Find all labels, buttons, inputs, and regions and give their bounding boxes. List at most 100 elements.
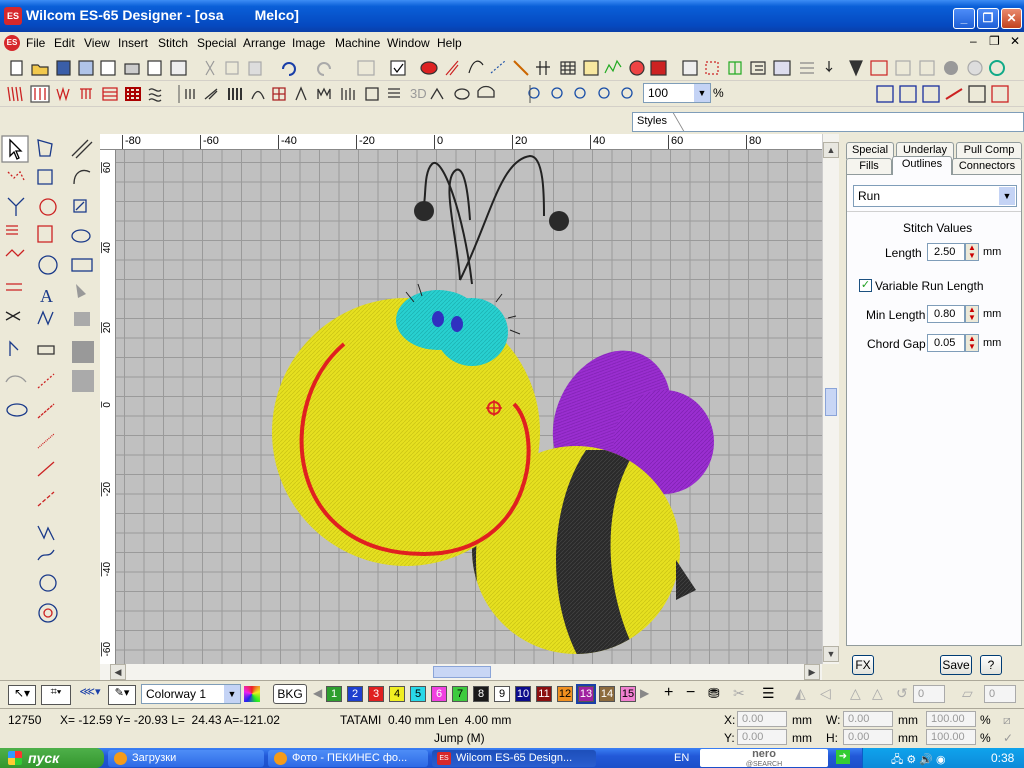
- doc-icon[interactable]: ES: [4, 35, 20, 51]
- bee-design[interactable]: [116, 150, 822, 664]
- chord-gap-spinner[interactable]: ▲ ▼: [965, 334, 979, 352]
- tab-pull-comp[interactable]: Pull Comp: [956, 142, 1022, 159]
- horizontal-scrollbar[interactable]: ◀ ▶: [100, 664, 822, 680]
- tab-fills[interactable]: Fills: [846, 158, 892, 175]
- task-wilcom[interactable]: ES Wilcom ES-65 Design...: [432, 750, 596, 767]
- width-percent-input[interactable]: 100.00: [926, 711, 976, 727]
- menu-file[interactable]: File: [26, 36, 45, 50]
- design-canvas[interactable]: [116, 150, 822, 664]
- palette-left-arrow-icon[interactable]: ◀: [313, 686, 322, 700]
- vertical-scroll-thumb[interactable]: [825, 388, 837, 416]
- menu-special[interactable]: Special: [197, 36, 236, 50]
- tray-icons[interactable]: 🖧 ⚙ 🔊 ◉: [891, 751, 946, 768]
- y-input[interactable]: 0.00: [737, 729, 787, 745]
- menu-help[interactable]: Help: [437, 36, 462, 50]
- stitch-view-button[interactable]: ⋘▾: [76, 685, 104, 705]
- mdi-restore-button[interactable]: ❐: [989, 34, 1000, 48]
- scroll-up-button[interactable]: ▲: [823, 142, 839, 158]
- chevron-down-icon[interactable]: ▼: [999, 187, 1015, 205]
- lock-proportion-icon[interactable]: ⧄: [1003, 713, 1011, 728]
- color-chip-9[interactable]: 9: [494, 686, 510, 702]
- color-palette-icon[interactable]: [244, 686, 260, 702]
- color-chip-5[interactable]: 5: [410, 686, 426, 702]
- color-chip-8[interactable]: 8: [473, 686, 489, 702]
- thread-chart-icon[interactable]: ⛃: [708, 685, 720, 702]
- menu-arrange[interactable]: Arrange: [243, 36, 286, 50]
- tab-special[interactable]: Special: [846, 142, 894, 159]
- restore-button[interactable]: ❐: [977, 8, 999, 29]
- go-arrow-icon[interactable]: ➜: [836, 750, 850, 764]
- color-chip-7[interactable]: 7: [452, 686, 468, 702]
- styles-label[interactable]: Styles: [637, 115, 667, 127]
- color-chip-2[interactable]: 2: [347, 686, 363, 702]
- variable-run-checkbox[interactable]: ✓: [859, 279, 872, 292]
- apply-icon[interactable]: ✓: [1003, 731, 1013, 745]
- colorway-select[interactable]: Colorway 1 ▼: [141, 684, 241, 704]
- color-chip-3[interactable]: 3: [368, 686, 384, 702]
- width-input[interactable]: 0.00: [843, 711, 893, 727]
- length-input[interactable]: 2.50: [927, 243, 965, 261]
- color-chip-15[interactable]: 15: [620, 686, 636, 702]
- tab-outlines[interactable]: Outlines: [892, 156, 952, 175]
- min-length-spinner[interactable]: ▲ ▼: [965, 305, 979, 323]
- skew-angle-input[interactable]: 0: [984, 685, 1016, 703]
- task-photo[interactable]: Фото - ПЕКИНЕС фо...: [268, 750, 428, 767]
- height-input[interactable]: 0.00: [843, 729, 893, 745]
- task-downloads[interactable]: Загрузки: [108, 750, 264, 767]
- palette-right-arrow-icon[interactable]: ▶: [640, 686, 649, 700]
- background-button[interactable]: BKG: [273, 684, 307, 704]
- color-chip-4[interactable]: 4: [389, 686, 405, 702]
- chevron-down-icon[interactable]: ▼: [694, 84, 710, 102]
- nero-search-box[interactable]: nero @SEARCH: [700, 749, 828, 768]
- color-chip-13[interactable]: 13: [576, 684, 596, 704]
- select-mode-button[interactable]: ↖▾: [8, 685, 36, 705]
- fx-button[interactable]: FX: [852, 655, 874, 675]
- tool-icons[interactable]: A: [0, 134, 100, 680]
- 3d-button[interactable]: 3D: [410, 86, 427, 101]
- chord-gap-input[interactable]: 0.05: [927, 334, 965, 352]
- scroll-right-button[interactable]: ▶: [804, 664, 820, 680]
- close-button[interactable]: ✕: [1001, 8, 1022, 29]
- length-spinner[interactable]: ▲ ▼: [965, 243, 979, 261]
- menu-image[interactable]: Image: [292, 36, 325, 50]
- tab-connectors[interactable]: Connectors: [952, 158, 1022, 175]
- styles-bar[interactable]: Styles: [632, 112, 1024, 132]
- app-icon[interactable]: ES: [4, 7, 22, 25]
- color-list-icon[interactable]: ☰: [762, 685, 775, 702]
- vertical-scrollbar[interactable]: ▲ ▼: [822, 134, 839, 664]
- pen-tool-button[interactable]: ✎▾: [108, 685, 136, 705]
- remove-color-icon[interactable]: −: [686, 684, 695, 702]
- language-indicator[interactable]: EN: [674, 752, 689, 764]
- chevron-down-icon[interactable]: ▼: [224, 685, 240, 703]
- view-mode-button[interactable]: ⌗▾: [41, 685, 71, 705]
- add-color-icon[interactable]: +: [664, 684, 673, 702]
- menu-stitch[interactable]: Stitch: [158, 36, 188, 50]
- menu-edit[interactable]: Edit: [54, 36, 75, 50]
- mdi-close-button[interactable]: ✕: [1010, 34, 1020, 48]
- scroll-down-button[interactable]: ▼: [823, 646, 839, 662]
- stitch-type-select[interactable]: Run ▼: [853, 185, 1017, 207]
- color-chip-12[interactable]: 12: [557, 686, 573, 702]
- start-button[interactable]: пуск: [0, 748, 104, 768]
- scroll-left-button[interactable]: ◀: [110, 664, 126, 680]
- menu-view[interactable]: View: [84, 36, 110, 50]
- help-button[interactable]: ?: [980, 655, 1002, 675]
- min-length-input[interactable]: 0.80: [927, 305, 965, 323]
- toolbar-icons[interactable]: [0, 55, 1024, 81]
- color-chip-1[interactable]: 1: [326, 686, 342, 702]
- save-button[interactable]: Save: [940, 655, 972, 675]
- color-chip-10[interactable]: 10: [515, 686, 531, 702]
- x-input[interactable]: 0.00: [737, 711, 787, 727]
- horizontal-scroll-thumb[interactable]: [433, 666, 491, 678]
- mdi-minimize-button[interactable]: –: [970, 34, 977, 48]
- color-chip-14[interactable]: 14: [599, 686, 615, 702]
- menu-window[interactable]: Window: [387, 36, 430, 50]
- color-chip-6[interactable]: 6: [431, 686, 447, 702]
- color-chip-11[interactable]: 11: [536, 686, 552, 702]
- title-bar[interactable]: ES Wilcom ES-65 Designer - [osa Melco] _…: [0, 0, 1024, 32]
- minimize-button[interactable]: _: [953, 8, 975, 29]
- stitch-toolbar-icons[interactable]: [0, 81, 1024, 107]
- rotate-angle-input[interactable]: 0: [913, 685, 945, 703]
- zoom-select[interactable]: 100 ▼: [643, 83, 711, 103]
- menu-insert[interactable]: Insert: [118, 36, 148, 50]
